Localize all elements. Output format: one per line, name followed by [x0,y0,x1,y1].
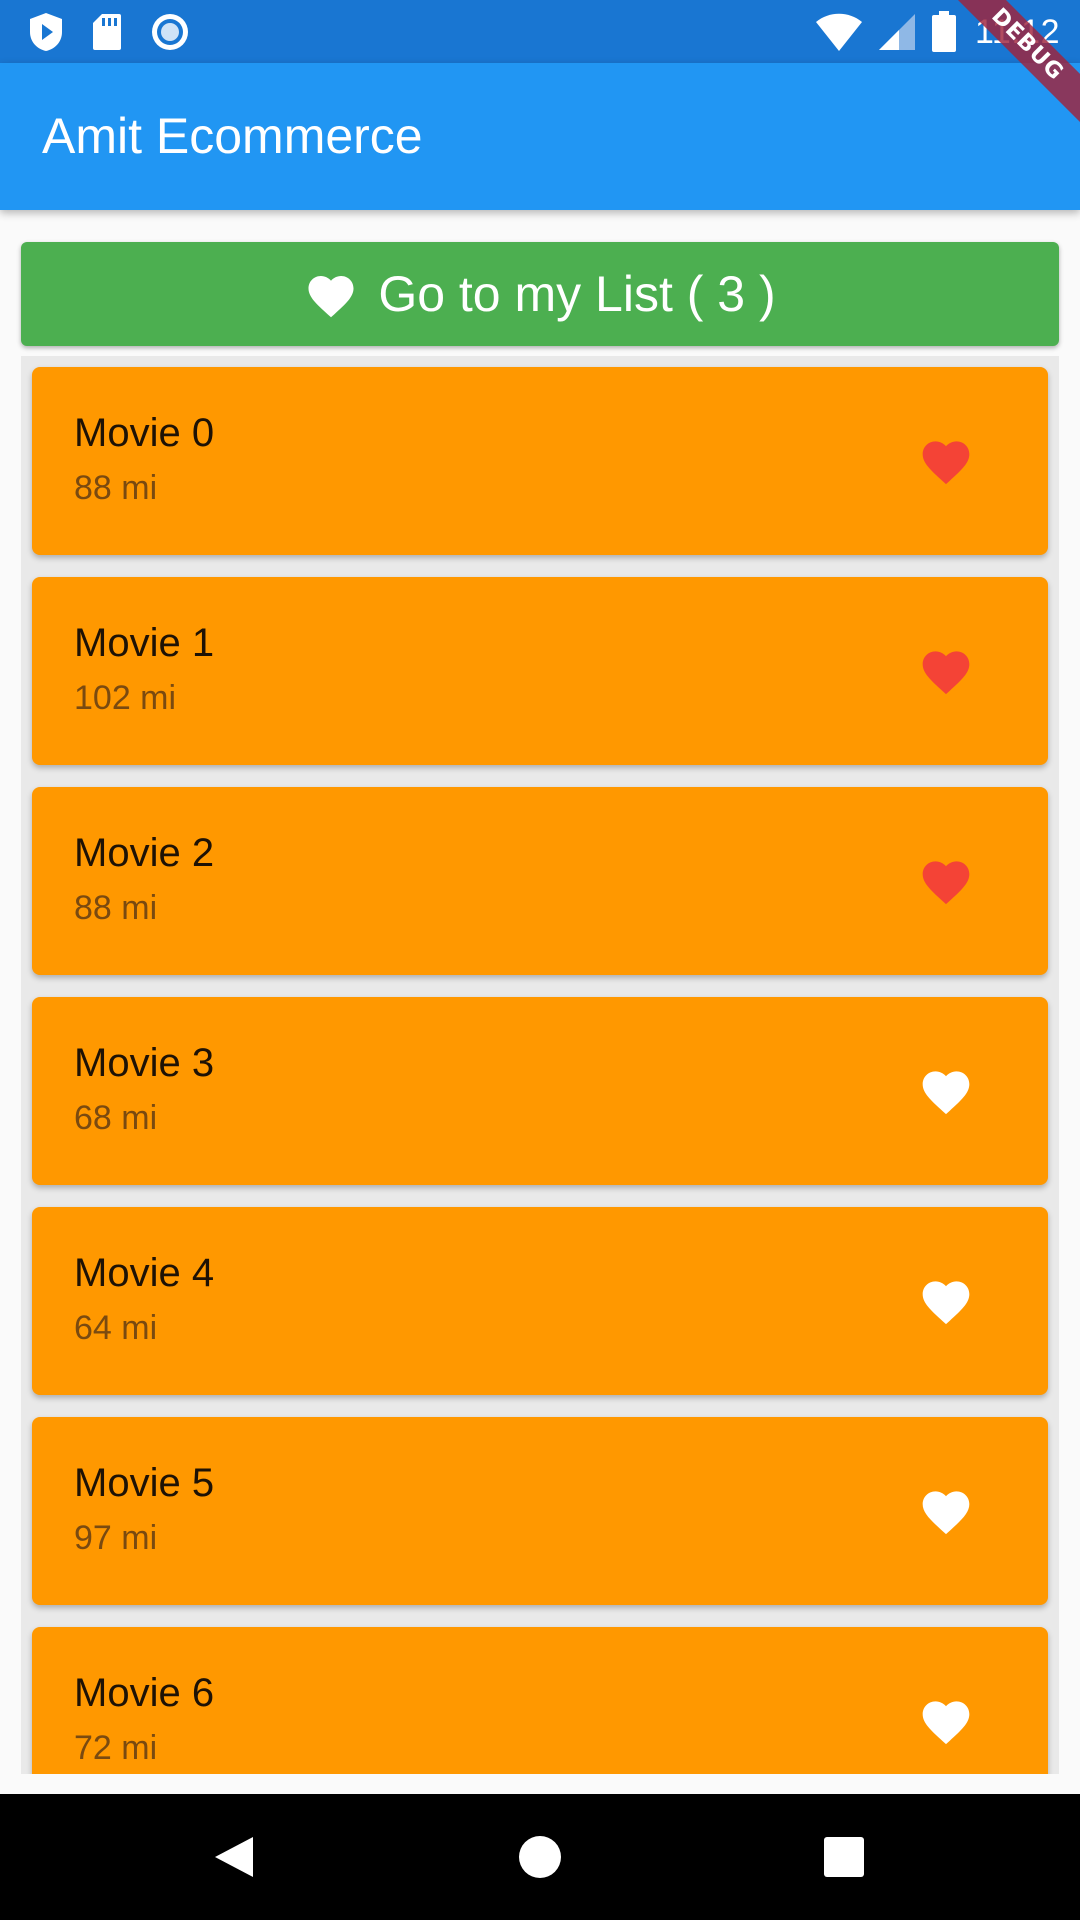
back-icon[interactable] [211,1833,259,1881]
unfavorite-heart-icon[interactable] [918,1274,974,1326]
unfavorite-heart-icon[interactable] [918,1484,974,1536]
movie-title: Movie 4 [74,1251,215,1295]
go-to-my-list-label: Go to my List ( 3 ) [378,266,776,322]
movie-distance: 68 mi [74,1099,158,1137]
navigation-bar [0,1794,1080,1920]
app-title: Amit Ecommerce [42,108,423,164]
movie-title: Movie 0 [74,411,215,455]
movie-distance: 88 mi [74,889,158,927]
movie-title: Movie 6 [74,1671,215,1715]
movie-distance: 72 mi [74,1729,158,1767]
favorite-heart-icon[interactable] [918,434,974,486]
home-icon[interactable] [516,1833,564,1881]
movie-card[interactable]: Movie 6 72 mi [32,1627,1048,1774]
movie-card[interactable]: Movie 4 64 mi [32,1207,1048,1395]
app-bar: Amit Ecommerce [0,63,1080,210]
movie-distance: 102 mi [74,679,177,717]
wifi-icon [815,13,862,51]
movie-title: Movie 3 [74,1041,215,1085]
go-to-my-list-button[interactable]: Go to my List ( 3 ) [21,242,1059,346]
status-bar: 11:12 [0,0,1080,63]
movie-distance: 97 mi [74,1519,158,1557]
status-icons-left [28,12,218,52]
sd-card-icon [93,14,121,50]
favorite-heart-icon[interactable] [918,854,974,906]
favorite-heart-icon[interactable] [918,644,974,696]
movie-title: Movie 2 [74,831,215,875]
movie-card[interactable]: Movie 5 97 mi [32,1417,1048,1605]
movie-card[interactable]: Movie 2 88 mi [32,787,1048,975]
movie-title: Movie 5 [74,1461,215,1505]
movie-card[interactable]: Movie 3 68 mi [32,997,1048,1185]
content: Go to my List ( 3 ) Movie 0 88 mi Movie … [0,210,1080,1774]
movie-card[interactable]: Movie 1 102 mi [32,577,1048,765]
movie-distance: 88 mi [74,469,158,507]
play-protect-icon [30,13,62,51]
movie-title: Movie 1 [74,621,215,665]
heart-icon [308,276,354,318]
cellular-signal-icon [878,14,915,50]
movie-distance: 64 mi [74,1309,158,1347]
record-icon [152,14,188,50]
unfavorite-heart-icon[interactable] [918,1694,974,1746]
recents-icon[interactable] [820,1833,868,1881]
movie-card[interactable]: Movie 0 88 mi [32,367,1048,555]
unfavorite-heart-icon[interactable] [918,1064,974,1116]
battery-icon [931,11,956,52]
